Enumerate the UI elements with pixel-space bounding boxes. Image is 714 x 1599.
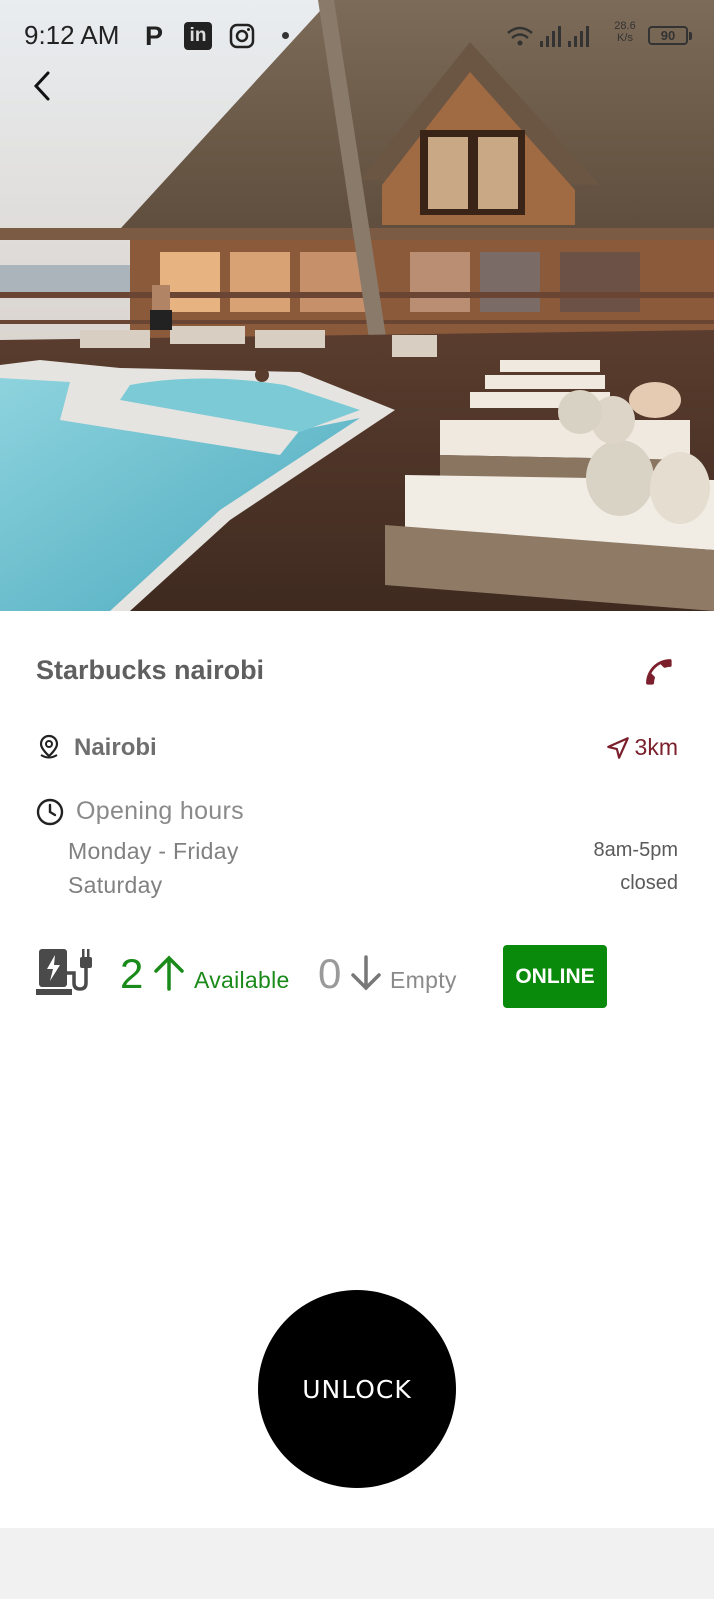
available-label: Available [194,967,290,993]
hours-day-saturday: Saturday [68,872,163,898]
navigation-arrow-icon [606,736,629,759]
notification-dot-icon [282,32,289,39]
call-button[interactable] [640,652,678,690]
empty-count: 0 [318,950,342,997]
clock-icon [36,798,64,825]
empty-label: Empty [390,967,457,993]
location-row: Nairobi [36,734,157,762]
arrow-down-icon [351,955,381,991]
instagram-icon [229,22,255,50]
status-time: 9:12 AM [24,20,120,50]
back-button[interactable] [22,64,62,108]
hours-time-weekdays: 8am-5pm [593,839,678,861]
distance-indicator: 3km [605,734,678,761]
signal-icon [506,22,598,50]
battery-icon: 90 [648,26,692,45]
phone-icon [646,659,672,685]
location-label: Nairobi [74,734,157,761]
status-badge: ONLINE [503,945,607,1008]
system-nav-bar [0,1528,714,1599]
arrow-up-icon [154,955,184,991]
linkedin-icon: in [184,22,212,50]
hours-day-weekdays: Monday - Friday [68,838,239,864]
place-name: Starbucks nairobi [36,655,265,685]
network-speed-unit: K/s [617,32,633,44]
unlock-button[interactable]: UNLOCK [258,1290,456,1488]
available-count: 2 [120,950,144,997]
ev-charger-icon [36,949,92,995]
distance-value: 3km [634,734,678,760]
status-bar: 9:12 AM P in 28.6 K/s 90 [0,0,714,72]
hero-image [0,0,714,611]
availability-row: 2 Available 0 Empty ONLINE [36,945,676,1008]
opening-hours-header: Opening hours [36,797,244,826]
location-pin-icon [39,734,59,759]
chevron-left-icon [33,71,50,101]
network-speed-value: 28.6 [614,20,636,32]
opening-hours-title: Opening hours [76,797,244,825]
network-speed: 28.6 K/s [610,20,640,44]
hours-time-saturday: closed [620,872,678,894]
p-icon: P [144,20,163,51]
